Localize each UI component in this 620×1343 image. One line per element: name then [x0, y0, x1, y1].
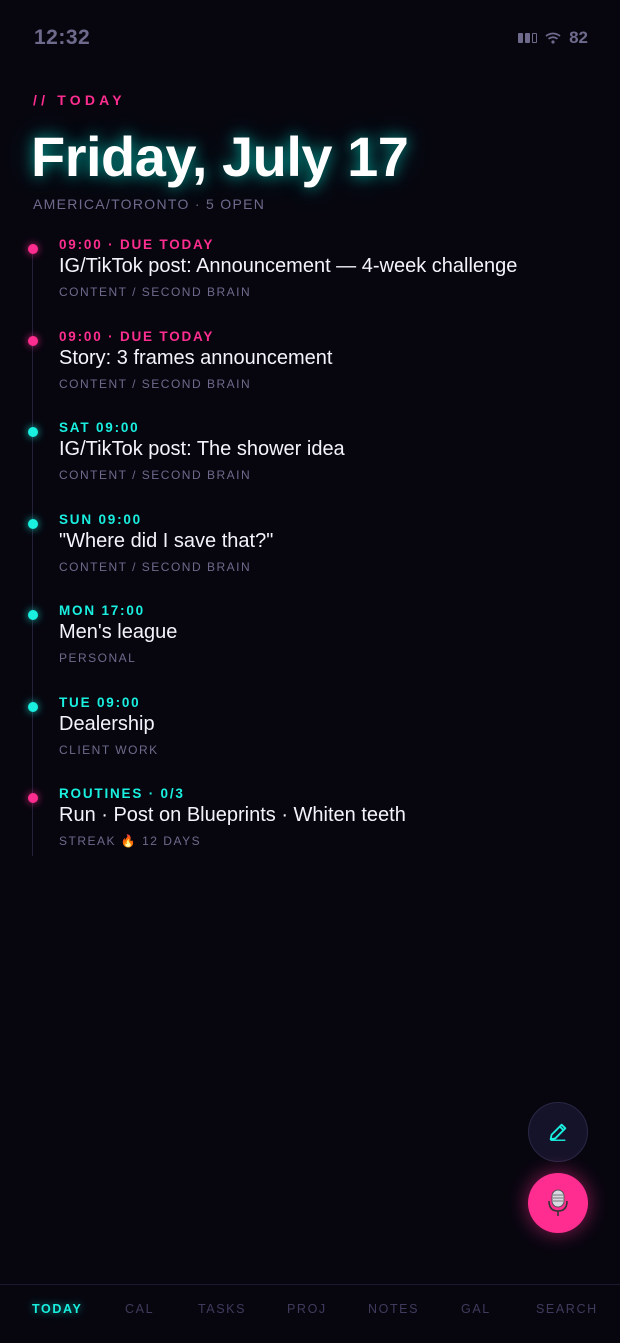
meta-separator: ·: [102, 329, 120, 344]
nav-gal[interactable]: GAL: [461, 1302, 491, 1316]
item-time: SAT 09:00: [59, 420, 140, 435]
due-flag: DUE TODAY: [119, 329, 215, 344]
item-project: PERSONAL: [59, 651, 137, 665]
item-project: CONTENT / SECOND BRAIN: [59, 285, 252, 299]
timeline-dot: [28, 427, 38, 437]
page-subtitle: AMERICA/TORONTO · 5 OPEN: [33, 196, 266, 212]
nav-tasks[interactable]: TASKS: [198, 1302, 246, 1316]
item-project: CLIENT WORK: [59, 743, 159, 757]
item-meta: 09:00 · DUE TODAY: [59, 237, 214, 252]
item-meta: MON 17:00: [59, 603, 145, 618]
item-time: 09:00: [59, 237, 103, 252]
item-meta: 09:00 · DUE TODAY: [59, 329, 214, 344]
item-meta: ROUTINES · 0/3: [59, 786, 185, 801]
item-time: 09:00: [59, 329, 103, 344]
item-title: IG/TikTok post: The shower idea: [59, 438, 345, 460]
wifi-icon: [545, 32, 561, 44]
battery-level: 82: [569, 28, 588, 47]
nav-cal[interactable]: CAL: [125, 1302, 154, 1316]
meta-separator: ·: [102, 237, 120, 252]
status-time: 12:32: [34, 26, 91, 49]
item-title: "Where did I save that?": [59, 530, 274, 552]
microphone-icon: [548, 1189, 568, 1216]
item-title: Dealership: [59, 713, 155, 735]
item-meta: TUE 09:00: [59, 695, 140, 710]
bottom-nav: TODAY CAL TASKS PROJ NOTES GAL SEARCH: [0, 1284, 620, 1343]
streak-label: STREAK 🔥 12 DAYS: [59, 834, 202, 848]
timeline-dot: [28, 519, 38, 529]
pencil-icon: [549, 1123, 567, 1141]
new-note-button[interactable]: [528, 1102, 588, 1162]
item-project: CONTENT / SECOND BRAIN: [59, 377, 252, 391]
item-time: TUE 09:00: [59, 695, 141, 710]
status-indicators: 82: [518, 28, 588, 48]
page-title: Friday, July 17: [31, 125, 409, 188]
signal-icon: [518, 33, 538, 43]
routines-list: Run · Post on Blueprints · Whiten teeth: [59, 804, 406, 826]
routines-header: ROUTINES · 0/3: [59, 786, 185, 801]
nav-search[interactable]: SEARCH: [536, 1302, 598, 1316]
nav-today[interactable]: TODAY: [32, 1302, 82, 1316]
voice-capture-button[interactable]: [528, 1173, 588, 1233]
item-project: CONTENT / SECOND BRAIN: [59, 560, 252, 574]
timeline-dot: [28, 702, 38, 712]
item-meta: SUN 09:00: [59, 512, 142, 527]
item-title: Men's league: [59, 621, 178, 643]
nav-proj[interactable]: PROJ: [287, 1302, 327, 1316]
timeline-dot: [28, 793, 38, 803]
timeline-dot: [28, 336, 38, 346]
item-time: MON 17:00: [59, 603, 145, 618]
item-meta: SAT 09:00: [59, 420, 139, 435]
due-flag: DUE TODAY: [119, 237, 215, 252]
item-title: Story: 3 frames announcement: [59, 347, 333, 369]
item-title: IG/TikTok post: Announcement — 4-week ch…: [59, 255, 518, 277]
nav-notes[interactable]: NOTES: [368, 1302, 419, 1316]
section-eyebrow: // TODAY: [33, 92, 126, 108]
timeline-dot: [28, 610, 38, 620]
today-screen: 12:32 82 // TODAY Friday, July 17 AMERIC…: [0, 0, 620, 1343]
item-time: SUN 09:00: [59, 512, 142, 527]
timeline-dot: [28, 244, 38, 254]
item-project: CONTENT / SECOND BRAIN: [59, 468, 252, 482]
